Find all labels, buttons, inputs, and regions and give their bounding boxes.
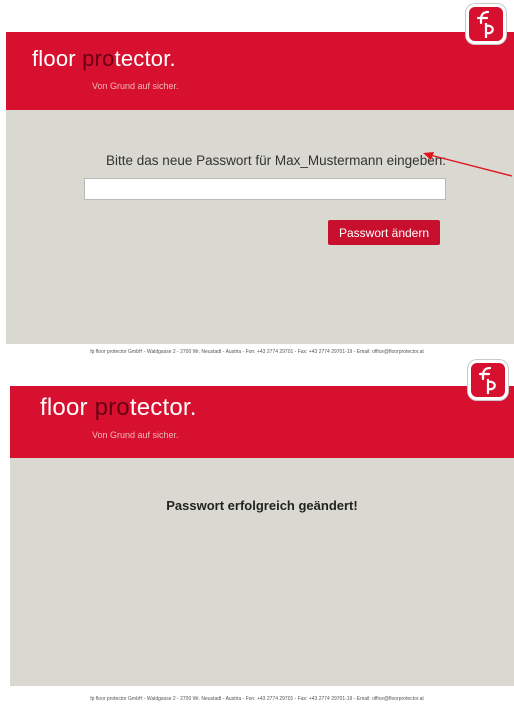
logo-part-floor: floor [32, 46, 83, 71]
brand-tagline: Von Grund auf sicher. [92, 430, 179, 440]
logo-dot: . [169, 46, 176, 71]
logo-part-pro: pro [94, 394, 130, 421]
logo-part-tector: tector [114, 46, 170, 71]
reset-password-panel: floor protector. Von Grund auf sicher. B… [6, 32, 514, 344]
company-footer: fp floor protector GmbH - Waldgasse 2 - … [90, 349, 424, 355]
logo-part-pro: pro [82, 46, 115, 71]
fp-logo-icon [468, 360, 508, 400]
logo-dot: . [189, 394, 197, 421]
logo-part-floor: floor [40, 394, 95, 421]
brand-logo: floor protector. [32, 46, 176, 72]
logo-part-tector: tector [129, 394, 190, 421]
new-password-input[interactable] [84, 178, 446, 200]
brand-logo: floor protector. [40, 394, 197, 422]
red-arrow-icon [423, 152, 513, 177]
brand-tagline: Von Grund auf sicher. [92, 81, 179, 91]
company-footer: fp floor protector GmbH - Waldgasse 2 - … [90, 696, 424, 702]
fp-logo-icon [466, 4, 506, 44]
brand-header: floor protector. Von Grund auf sicher. [6, 32, 514, 110]
change-password-button[interactable]: Passwort ändern [328, 220, 440, 245]
success-message: Passwort erfolgreich geändert! [166, 498, 358, 513]
password-changed-panel: floor protector. Von Grund auf sicher. P… [10, 386, 514, 686]
brand-header: floor protector. Von Grund auf sicher. [10, 386, 514, 458]
